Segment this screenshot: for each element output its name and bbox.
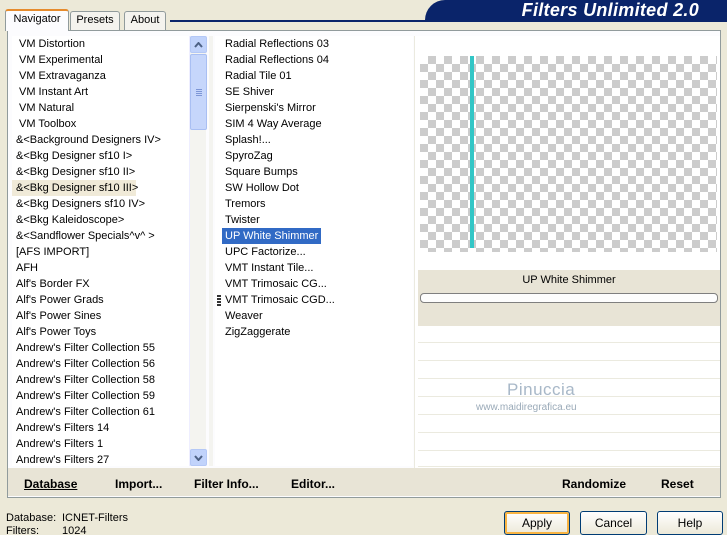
filter-list[interactable]: Radial Reflections 03 Radial Reflections … xyxy=(215,36,413,466)
filter-item[interactable]: Radial Reflections 03 xyxy=(225,36,413,52)
editor-link[interactable]: Editor... xyxy=(291,477,335,491)
scroll-down-button[interactable] xyxy=(190,449,207,466)
category-item[interactable]: VM Distortion xyxy=(12,36,189,52)
param-row xyxy=(418,344,720,361)
category-item[interactable]: Andrew's Filter Collection 55 xyxy=(12,340,189,356)
import-link[interactable]: Import... xyxy=(115,477,162,491)
category-item[interactable]: VM Toolbox xyxy=(12,116,189,132)
filter-item-selected[interactable]: UP White Shimmer xyxy=(222,228,322,244)
filter-item[interactable]: Weaver xyxy=(225,308,413,324)
filter-item[interactable]: SIM 4 Way Average xyxy=(225,116,413,132)
param-row xyxy=(418,434,720,451)
category-item[interactable]: Andrew's Filter Collection 61 xyxy=(12,404,189,420)
apply-button[interactable]: Apply xyxy=(504,511,570,535)
category-item[interactable]: Andrew's Filters 14 xyxy=(12,420,189,436)
category-item[interactable]: &<Sandflower Specials^v^ > xyxy=(12,228,189,244)
filter-item[interactable]: VMT Trimosaic CGD... xyxy=(225,292,413,308)
filter-item[interactable]: ZigZaggerate xyxy=(225,324,413,340)
category-item[interactable]: &<Background Designers IV> xyxy=(12,132,189,148)
category-item[interactable]: Andrew's Filters 1 xyxy=(12,436,189,452)
param-row xyxy=(418,326,720,343)
category-item[interactable]: Alf's Border FX xyxy=(12,276,189,292)
category-list[interactable]: VM Distortion VM Experimental VM Extravaga… xyxy=(12,36,189,466)
help-button[interactable]: Help xyxy=(657,511,723,535)
scroll-thumb[interactable] xyxy=(190,54,207,130)
filter-item-row[interactable]: UP White Shimmer xyxy=(222,228,413,244)
category-item[interactable]: &<Bkg Designer sf10 I> xyxy=(12,148,189,164)
filter-item[interactable]: Radial Reflections 04 xyxy=(225,52,413,68)
cancel-button[interactable]: Cancel xyxy=(580,511,647,535)
tab-about[interactable]: About xyxy=(124,11,166,30)
category-item[interactable]: Alf's Power Grads xyxy=(12,292,189,308)
chevron-down-icon xyxy=(194,454,203,461)
category-item[interactable]: Alf's Power Sines xyxy=(12,308,189,324)
filter-item[interactable]: UPC Factorize... xyxy=(225,244,413,260)
category-scrollbar[interactable] xyxy=(189,36,207,466)
param-row xyxy=(418,362,720,379)
preview-image xyxy=(420,56,717,252)
filter-item[interactable]: Twister xyxy=(225,212,413,228)
category-item[interactable]: VM Instant Art xyxy=(12,84,189,100)
category-item[interactable]: &<Bkg Kaleidoscope> xyxy=(12,212,189,228)
category-item[interactable]: &<Bkg Designer sf10 II> xyxy=(12,164,189,180)
chevron-up-icon xyxy=(194,41,203,48)
filter-item[interactable]: Tremors xyxy=(225,196,413,212)
filter-item[interactable]: Splash!... xyxy=(225,132,413,148)
database-label: Database: xyxy=(6,512,57,524)
filter-item[interactable]: SpyroZag xyxy=(225,148,413,164)
category-item[interactable]: Andrew's Filter Collection 56 xyxy=(12,356,189,372)
filter-item[interactable]: Sierpenski's Mirror xyxy=(225,100,413,116)
database-link[interactable]: Database xyxy=(24,477,77,491)
filter-item[interactable]: VMT Instant Tile... xyxy=(225,260,413,276)
category-item[interactable]: Alf's Power Toys xyxy=(12,324,189,340)
watermark-name: Pinuccia xyxy=(507,380,576,399)
filter-item[interactable]: SE Shiver xyxy=(225,84,413,100)
category-item[interactable]: Andrew's Filter Collection 59 xyxy=(12,388,189,404)
category-item[interactable]: VM Extravaganza xyxy=(12,68,189,84)
filter-item[interactable]: Square Bumps xyxy=(225,164,413,180)
watermark-url: www.maidiregrafica.eu xyxy=(476,402,577,413)
category-item[interactable]: &<Bkg Designer sf10 III> xyxy=(12,180,138,196)
tab-navigator[interactable]: Navigator xyxy=(5,9,69,31)
category-item[interactable]: VM Natural xyxy=(12,100,189,116)
scroll-up-button[interactable] xyxy=(190,36,207,53)
category-item[interactable]: VM Experimental xyxy=(12,52,189,68)
category-item[interactable]: &<Bkg Designers sf10 IV> xyxy=(12,196,189,212)
filters-count: 1024 xyxy=(62,525,87,535)
selected-filter-name: UP White Shimmer xyxy=(522,274,616,286)
category-item[interactable]: Andrew's Filter Collection 58 xyxy=(12,372,189,388)
filter-item[interactable]: Radial Tile 01 xyxy=(225,68,413,84)
reset-link[interactable]: Reset xyxy=(661,477,694,491)
filter-item[interactable]: VMT Trimosaic CG... xyxy=(225,276,413,292)
filter-item[interactable]: SW Hollow Dot xyxy=(225,180,413,196)
shimmer-line xyxy=(470,56,474,248)
database-value: ICNET-Filters xyxy=(62,512,128,524)
randomize-link[interactable]: Randomize xyxy=(562,477,626,491)
banner-underline xyxy=(170,20,727,22)
filters-label: Filters: xyxy=(6,525,39,535)
param-row xyxy=(418,416,720,433)
category-item[interactable]: AFH xyxy=(12,260,189,276)
tab-presets[interactable]: Presets xyxy=(70,11,120,30)
list-separator xyxy=(209,36,213,466)
param-row xyxy=(418,452,720,467)
drag-grip-icon xyxy=(217,295,221,307)
category-item[interactable]: Andrew's Filters 27 xyxy=(12,452,189,466)
progress-bar xyxy=(420,293,718,303)
filter-info-link[interactable]: Filter Info... xyxy=(194,477,259,491)
category-item[interactable]: [AFS IMPORT] xyxy=(12,244,189,260)
app-title: Filters Unlimited 2.0 xyxy=(425,0,727,20)
